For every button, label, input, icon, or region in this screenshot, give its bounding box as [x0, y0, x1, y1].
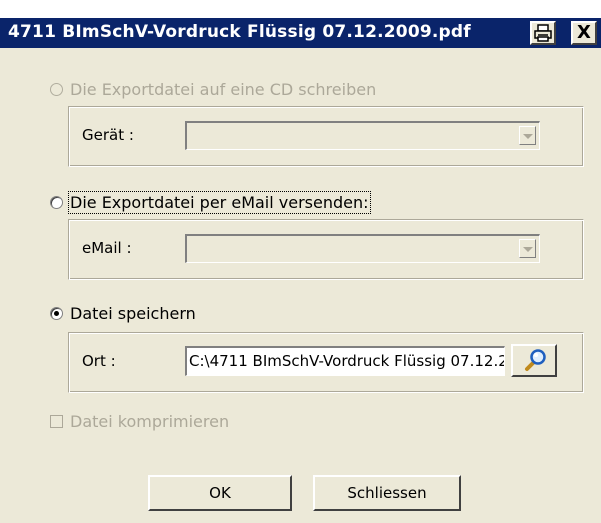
cd-group: Gerät :: [68, 106, 584, 167]
radio-selected-dot: [54, 310, 59, 316]
window-title: 4711 BImSchV-Vordruck Flüssig 07.12.2009…: [8, 22, 471, 42]
radio-write-cd[interactable]: Die Exportdatei auf eine CD schreiben: [50, 77, 376, 101]
chevron-down-icon[interactable]: [519, 126, 536, 145]
title-bar[interactable]: 4711 BImSchV-Vordruck Flüssig 07.12.2009…: [0, 18, 601, 48]
close-window-button[interactable]: X: [571, 21, 597, 45]
chevron-down-icon[interactable]: [519, 239, 536, 258]
email-label: eMail :: [82, 239, 132, 257]
device-select[interactable]: [185, 121, 540, 150]
print-button[interactable]: [530, 21, 556, 45]
location-field[interactable]: C:\4711 BImSchV-Vordruck Flüssig 07.12.2…: [185, 346, 505, 376]
radio-save-file-indicator[interactable]: [50, 306, 63, 320]
magnifier-icon: [525, 349, 546, 371]
radio-save-file[interactable]: Datei speichern: [50, 301, 196, 325]
compress-checkbox-label: Datei komprimieren: [70, 412, 230, 431]
device-label: Gerät :: [82, 126, 134, 144]
radio-save-file-label: Datei speichern: [70, 303, 196, 323]
save-group: Ort : C:\4711 BImSchV-Vordruck Flüssig 0…: [68, 332, 584, 393]
radio-send-email-label: Die Exportdatei per eMail versenden:: [68, 190, 371, 214]
compress-checkbox[interactable]: Datei komprimieren: [50, 412, 229, 431]
ok-button[interactable]: OK: [148, 475, 292, 511]
radio-send-email[interactable]: Die Exportdatei per eMail versenden:: [50, 190, 371, 214]
email-select[interactable]: [185, 234, 540, 263]
location-label: Ort :: [82, 352, 116, 370]
compress-checkbox-box[interactable]: [50, 415, 63, 428]
radio-send-email-indicator[interactable]: [50, 195, 63, 209]
radio-write-cd-label: Die Exportdatei auf eine CD schreiben: [70, 79, 377, 99]
export-dialog: 4711 BImSchV-Vordruck Flüssig 07.12.2009…: [0, 18, 601, 523]
printer-icon: [534, 24, 552, 42]
close-button[interactable]: Schliessen: [313, 475, 461, 511]
browse-button[interactable]: [511, 344, 557, 377]
email-group: eMail :: [68, 219, 584, 280]
radio-write-cd-indicator[interactable]: [50, 82, 63, 96]
